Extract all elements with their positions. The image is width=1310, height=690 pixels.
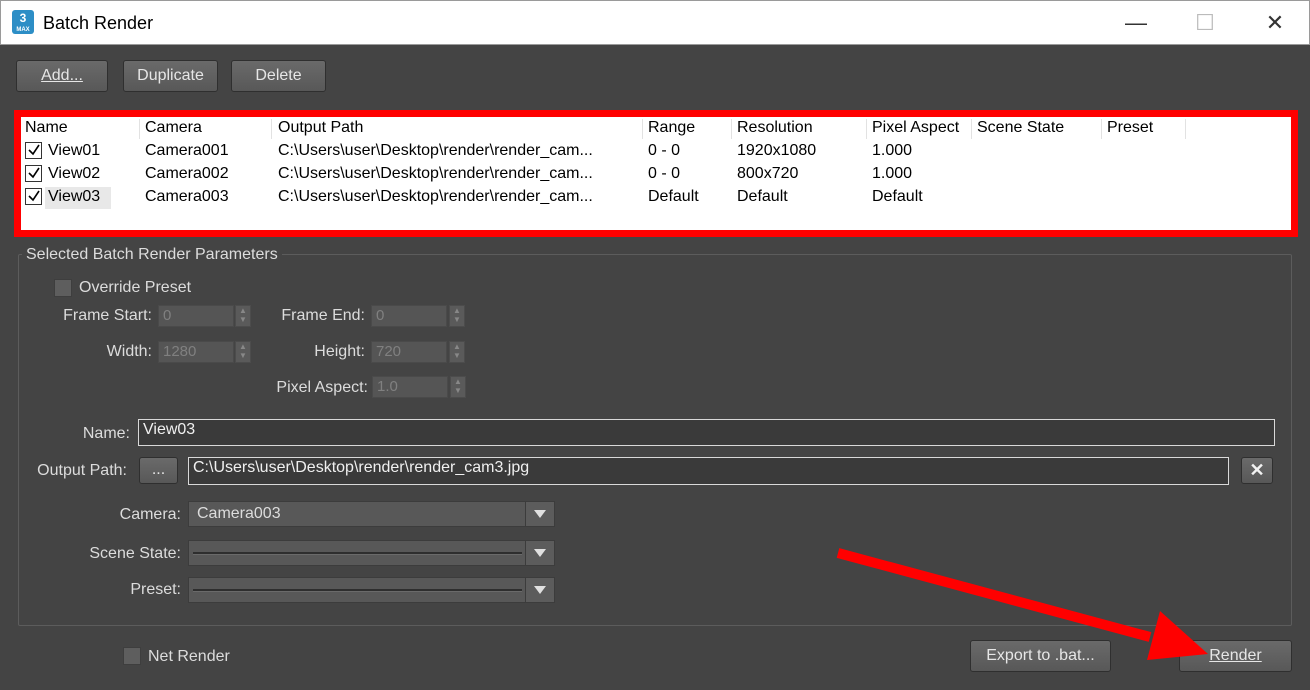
height-label: Height: [314,343,365,360]
camera-dropdown-value: Camera003 [197,505,281,522]
table-cell-output-path: C:\Users\user\Desktop\render\render_cam.… [278,188,593,205]
table-cell-camera: Camera001 [145,142,229,159]
duplicate-button[interactable]: Duplicate [123,60,218,92]
pixel-aspect-label: Pixel Aspect: [276,379,368,396]
3dsmax-app-icon: 3 MAX [12,10,34,34]
table-cell-range: 0 - 0 [648,165,681,182]
maximize-icon[interactable]: ☐ [1185,9,1225,37]
render-button[interactable]: Render [1179,640,1292,672]
width-spinner[interactable]: 1280 [158,341,234,363]
table-cell-range: Default [648,188,699,205]
chevron-down-icon [525,541,554,565]
height-spinner[interactable]: 720 [371,341,447,363]
column-header-name[interactable]: Name [25,119,68,137]
row-enable-checkbox[interactable] [25,142,42,159]
close-icon[interactable]: ✕ [1255,9,1295,37]
table-cell-name[interactable]: View03 [48,188,100,206]
close-x-icon: ✕ [1249,460,1265,480]
checkmark-icon [28,190,40,202]
width-spinner-arrows[interactable]: ▲ ▼ [235,341,251,363]
add-button[interactable]: Add... [16,60,108,92]
export-to-bat-button[interactable]: Export to .bat... [970,640,1111,672]
override-preset-label: Override Preset [79,279,192,296]
column-header-resolution[interactable]: Resolution [737,119,813,137]
table-cell-pixel-aspect: 1.000 [872,165,913,182]
name-label: Name: [82,425,130,442]
column-header-camera[interactable]: Camera [145,119,202,137]
minimize-icon[interactable]: — [1116,9,1156,37]
scene-state-label: Scene State: [89,545,181,562]
table-cell-name[interactable]: View02 [48,165,100,183]
chevron-down-icon [525,578,554,602]
frame-start-label: Frame Start: [63,307,152,324]
frame-end-label: Frame End: [281,307,365,324]
frame-end-spinner-arrows[interactable]: ▲ ▼ [449,305,465,327]
frame-end-spinner[interactable]: 0 [371,305,447,327]
column-header-range[interactable]: Range [648,119,695,137]
delete-button[interactable]: Delete [231,60,326,92]
pixel-aspect-spinner[interactable]: 1.0 [372,376,448,398]
row-enable-checkbox[interactable] [25,165,42,182]
net-render-checkbox[interactable] [123,647,141,665]
checkmark-icon [28,144,40,156]
column-header-preset[interactable]: Preset [1107,119,1153,137]
table-cell-camera: Camera002 [145,165,229,182]
table-cell-resolution: Default [737,188,788,205]
clear-output-path-button[interactable]: ✕ [1241,457,1273,484]
table-cell-range: 0 - 0 [648,142,681,159]
table-cell-output-path: C:\Users\user\Desktop\render\render_cam.… [278,165,593,182]
camera-dropdown[interactable]: Camera003 [188,501,555,527]
batch-render-list[interactable]: Name Camera Output Path Range Resolution… [14,110,1298,237]
table-cell-pixel-aspect: Default [872,188,923,205]
table-cell-resolution: 1920x1080 [737,142,817,159]
table-cell-pixel-aspect: 1.000 [872,142,913,159]
chevron-down-icon [525,502,554,526]
table-cell-output-path: C:\Users\user\Desktop\render\render_cam.… [278,142,593,159]
column-header-pixel-aspect[interactable]: Pixel Aspect [872,119,959,137]
column-header-output-path[interactable]: Output Path [278,119,363,137]
name-field[interactable]: View03 [138,419,1275,446]
browse-output-button[interactable]: ... [139,457,178,484]
scene-state-dropdown[interactable] [188,540,555,566]
checkmark-icon [28,167,40,179]
title-bar: 3 MAX Batch Render — ☐ ✕ [0,0,1310,45]
width-label: Width: [106,343,152,360]
output-path-field[interactable]: C:\Users\user\Desktop\render\render_cam3… [188,457,1229,485]
net-render-label: Net Render [148,648,230,665]
table-cell-resolution: 800x720 [737,165,799,182]
pixel-aspect-spinner-arrows[interactable]: ▲ ▼ [450,376,466,398]
table-cell-name[interactable]: View01 [48,142,100,160]
row-enable-checkbox[interactable] [25,188,42,205]
preset-label: Preset: [130,581,181,598]
override-preset-checkbox[interactable] [54,279,72,297]
preset-dropdown[interactable] [188,577,555,603]
column-header-scene-state[interactable]: Scene State [977,119,1064,137]
table-cell-camera: Camera003 [145,188,229,205]
frame-start-spinner[interactable]: 0 [158,305,234,327]
output-path-label: Output Path: [37,462,127,479]
window-title: Batch Render [43,13,154,33]
height-spinner-arrows[interactable]: ▲ ▼ [449,341,465,363]
parameters-group-title: Selected Batch Render Parameters [22,246,282,264]
camera-label: Camera: [119,506,181,523]
frame-start-spinner-arrows[interactable]: ▲ ▼ [235,305,251,327]
